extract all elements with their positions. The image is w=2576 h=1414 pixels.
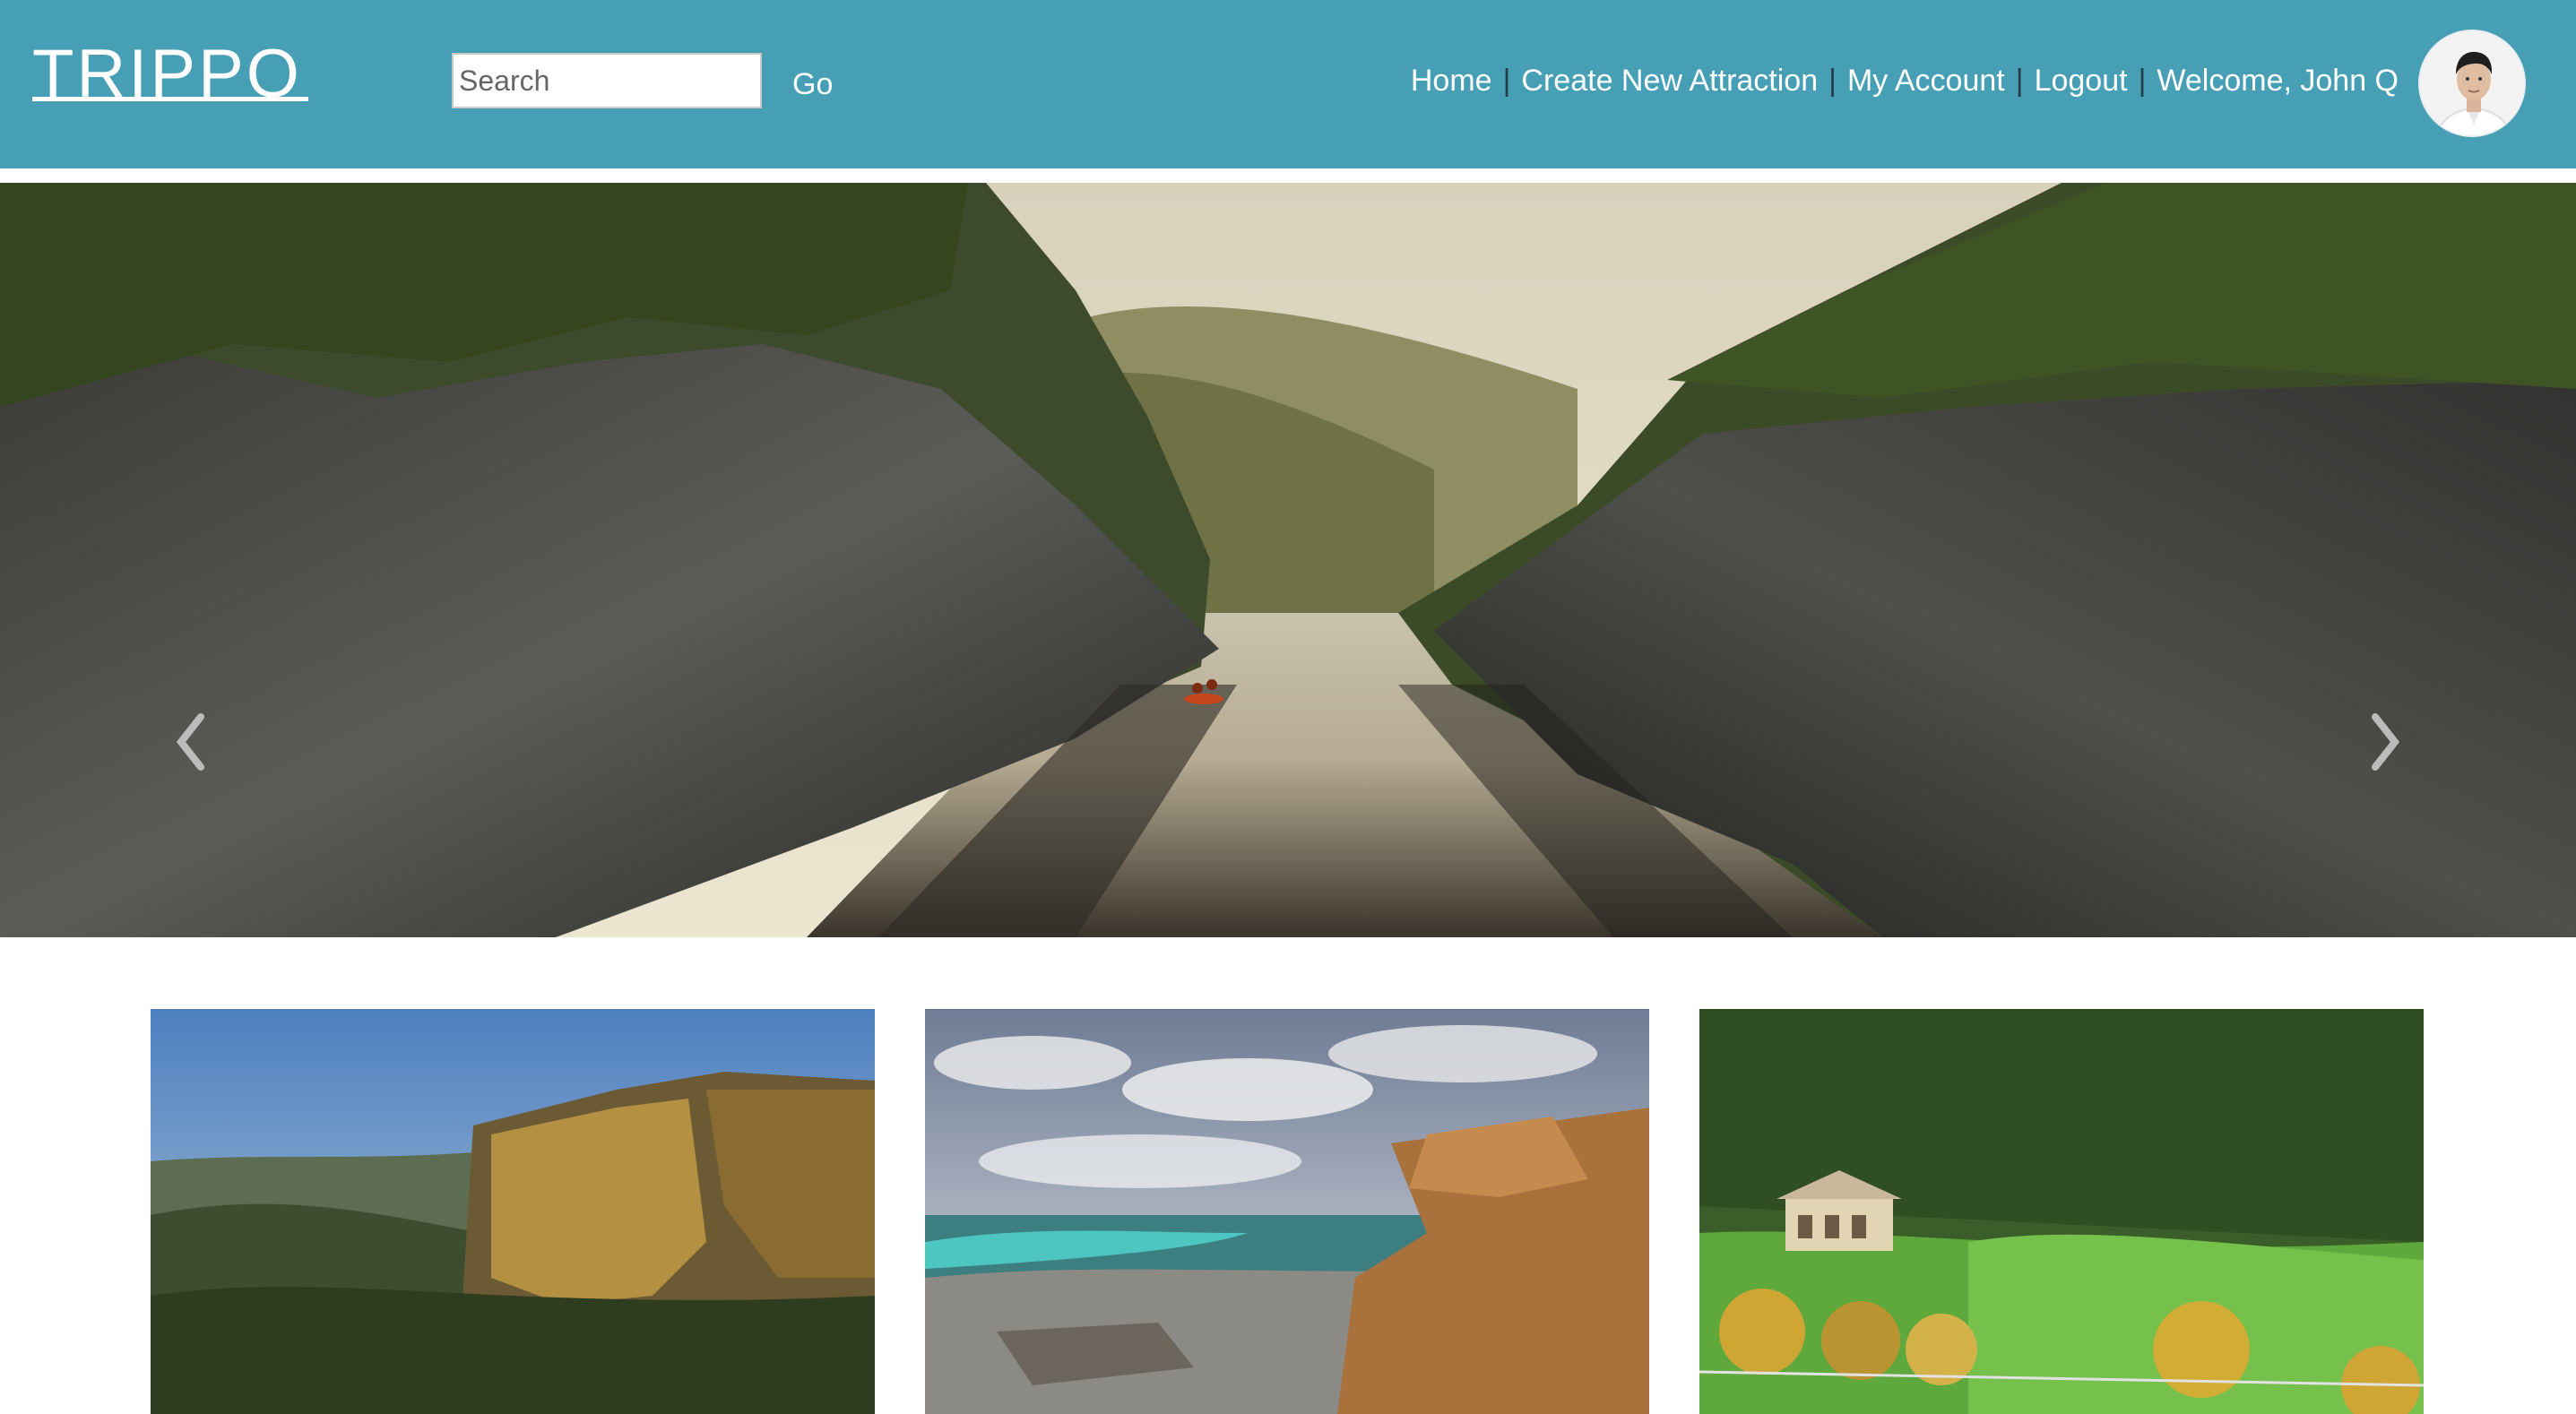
chevron-left-icon xyxy=(176,713,204,771)
welcome-user-link[interactable]: Welcome, John Q xyxy=(2157,64,2399,99)
user-avatar[interactable] xyxy=(2418,30,2526,137)
logo-underline xyxy=(32,97,308,101)
nav-separator: | xyxy=(2015,63,2024,98)
user-avatar-image xyxy=(2420,31,2524,135)
main-nav: Home | Create New Attraction | My Accoun… xyxy=(1411,59,2399,102)
site-header: TRIPPO Go Home | Create New Attraction |… xyxy=(0,0,2576,168)
nav-separator: | xyxy=(1828,63,1837,98)
hero-image xyxy=(0,183,2576,937)
nav-link-home[interactable]: Home xyxy=(1411,64,1492,99)
nav-link-logout[interactable]: Logout xyxy=(2035,64,2128,99)
carousel-next-button[interactable] xyxy=(2357,706,2411,778)
attraction-image-farmhouse xyxy=(1699,1009,2424,1414)
attraction-image-coast xyxy=(925,1009,1649,1414)
carousel-prev-button[interactable] xyxy=(165,706,219,778)
hero-carousel xyxy=(0,183,2576,937)
go-button[interactable]: Go xyxy=(792,63,833,106)
attraction-card[interactable] xyxy=(1699,1009,2424,1414)
search-input[interactable] xyxy=(452,53,762,108)
nav-link-create-attraction[interactable]: Create New Attraction xyxy=(1521,64,1818,99)
attraction-cards xyxy=(0,1009,2576,1414)
chevron-right-icon xyxy=(2372,713,2400,771)
attraction-image-cliffs xyxy=(151,1009,875,1414)
attraction-card[interactable] xyxy=(151,1009,875,1414)
nav-link-my-account[interactable]: My Account xyxy=(1847,64,2005,99)
site-logo[interactable]: TRIPPO xyxy=(32,34,302,115)
nav-separator: | xyxy=(2138,63,2147,98)
attraction-card[interactable] xyxy=(925,1009,1649,1414)
nav-separator: | xyxy=(1502,63,1511,98)
